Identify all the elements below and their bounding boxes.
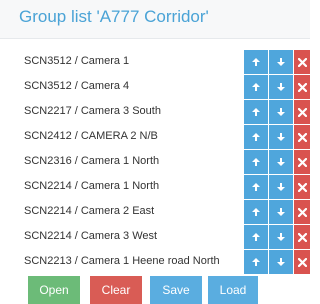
remove-camera-button[interactable]: [294, 250, 310, 274]
clear-button[interactable]: Clear: [90, 276, 142, 304]
camera-label: SCN2214 / Camera 3 West: [24, 230, 158, 242]
move-down-button[interactable]: [269, 50, 293, 74]
camera-row: SCN3512 / Camera 4: [0, 75, 310, 99]
move-up-button[interactable]: [244, 200, 268, 224]
arrow-up-icon: [251, 207, 261, 217]
remove-camera-button[interactable]: [294, 50, 310, 74]
arrow-up-icon: [251, 57, 261, 67]
remove-camera-button[interactable]: [294, 150, 310, 174]
close-icon: [298, 132, 307, 142]
arrow-down-icon: [276, 182, 286, 192]
arrow-down-icon: [276, 132, 286, 142]
arrow-up-icon: [251, 257, 261, 267]
open-button[interactable]: Open: [28, 276, 80, 304]
move-down-button[interactable]: [269, 75, 293, 99]
arrow-up-icon: [251, 157, 261, 167]
camera-row: SCN2214 / Camera 1 North: [0, 175, 310, 199]
remove-camera-button[interactable]: [294, 225, 310, 249]
camera-row: SCN2214 / Camera 2 East: [0, 200, 310, 224]
camera-row: SCN2213 / Camera 1 Heene road North: [0, 250, 310, 274]
move-up-button[interactable]: [244, 125, 268, 149]
camera-label: SCN3512 / Camera 1: [24, 55, 130, 67]
camera-label: SCN3512 / Camera 4: [24, 80, 130, 92]
remove-camera-button[interactable]: [294, 100, 310, 124]
remove-camera-button[interactable]: [294, 125, 310, 149]
camera-list: SCN3512 / Camera 1 SCN3512 / Camera 4 SCN2…: [0, 50, 310, 275]
move-up-button[interactable]: [244, 100, 268, 124]
arrow-down-icon: [276, 232, 286, 242]
move-down-button[interactable]: [269, 250, 293, 274]
close-icon: [298, 182, 307, 192]
close-icon: [298, 257, 307, 267]
panel-header: Group list 'A777 Corridor': [0, 0, 310, 39]
camera-label: SCN2316 / Camera 1 North: [24, 155, 160, 167]
camera-row: SCN2412 / CAMERA 2 N/B: [0, 125, 310, 149]
move-up-button[interactable]: [244, 250, 268, 274]
arrow-up-icon: [251, 107, 261, 117]
move-down-button[interactable]: [269, 200, 293, 224]
close-icon: [298, 82, 307, 92]
close-icon: [298, 107, 307, 117]
move-down-button[interactable]: [269, 125, 293, 149]
arrow-down-icon: [276, 82, 286, 92]
remove-camera-button[interactable]: [294, 200, 310, 224]
camera-row: SCN2214 / Camera 3 West: [0, 225, 310, 249]
camera-label: SCN2214 / Camera 1 North: [24, 180, 160, 192]
camera-label: SCN2214 / Camera 2 East: [24, 205, 155, 217]
arrow-up-icon: [251, 82, 261, 92]
camera-label: SCN2412 / CAMERA 2 N/B: [24, 130, 158, 142]
arrow-up-icon: [251, 182, 261, 192]
move-up-button[interactable]: [244, 225, 268, 249]
panel-title: Group list 'A777 Corridor': [19, 7, 209, 26]
camera-label: SCN2217 / Camera 3 South: [24, 105, 161, 117]
move-down-button[interactable]: [269, 150, 293, 174]
move-up-button[interactable]: [244, 175, 268, 199]
save-button[interactable]: Save: [150, 276, 202, 304]
arrow-down-icon: [276, 57, 286, 67]
camera-label: SCN2213 / Camera 1 Heene road North: [24, 255, 220, 267]
move-up-button[interactable]: [244, 75, 268, 99]
move-up-button[interactable]: [244, 50, 268, 74]
close-icon: [298, 207, 307, 217]
arrow-down-icon: [276, 107, 286, 117]
arrow-up-icon: [251, 232, 261, 242]
camera-row: SCN2316 / Camera 1 North: [0, 150, 310, 174]
move-down-button[interactable]: [269, 100, 293, 124]
move-up-button[interactable]: [244, 150, 268, 174]
camera-row: SCN2217 / Camera 3 South: [0, 100, 310, 124]
group-list-panel: Group list 'A777 Corridor' SCN3512 / Cam…: [0, 0, 310, 304]
remove-camera-button[interactable]: [294, 75, 310, 99]
camera-row: SCN3512 / Camera 1: [0, 50, 310, 74]
arrow-up-icon: [251, 132, 261, 142]
arrow-down-icon: [276, 207, 286, 217]
move-down-button[interactable]: [269, 175, 293, 199]
load-button[interactable]: Load: [208, 276, 258, 304]
close-icon: [298, 157, 307, 167]
action-bar: Open Clear Save Load: [0, 276, 310, 304]
remove-camera-button[interactable]: [294, 175, 310, 199]
arrow-down-icon: [276, 257, 286, 267]
close-icon: [298, 232, 307, 242]
arrow-down-icon: [276, 157, 286, 167]
move-down-button[interactable]: [269, 225, 293, 249]
close-icon: [298, 57, 307, 67]
